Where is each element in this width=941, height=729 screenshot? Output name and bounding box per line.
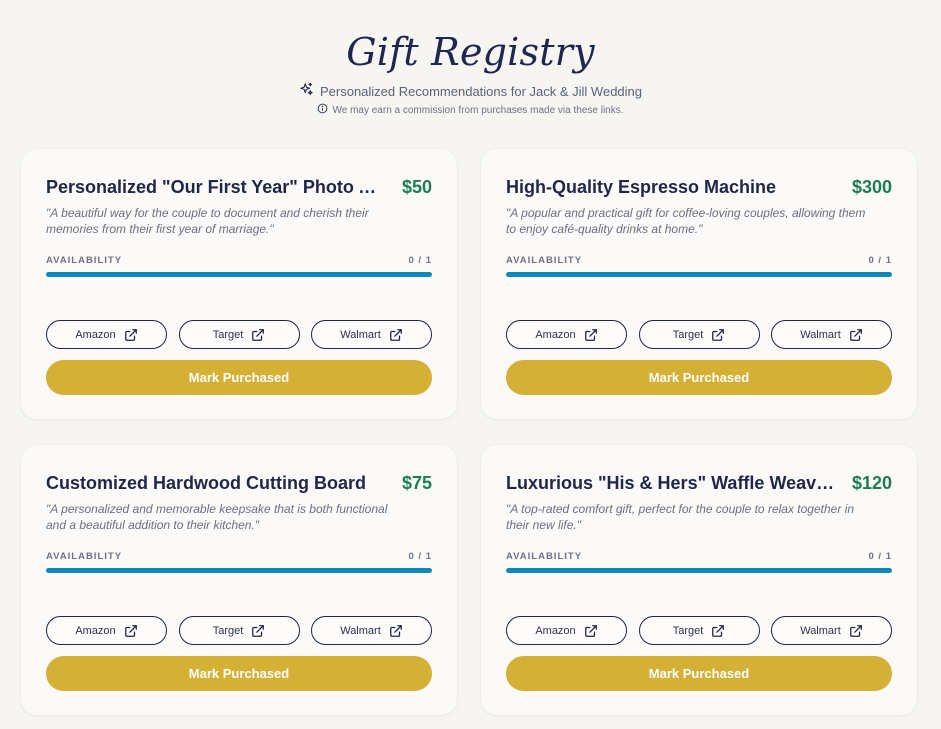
walmart-link-button[interactable]: Walmart <box>311 320 432 349</box>
gift-title: Customized Hardwood Cutting Board <box>46 473 366 493</box>
commission-note-text: We may earn a commission from purchases … <box>332 104 624 116</box>
external-link-icon <box>124 624 138 638</box>
external-link-icon <box>389 328 403 342</box>
availability-label: AVAILABILITY <box>46 551 123 562</box>
availability-count: 0 / 1 <box>408 255 432 266</box>
gift-card: Luxurious "His & Hers" Waffle Weave Robe… <box>481 445 917 715</box>
mark-purchased-button[interactable]: Mark Purchased <box>46 360 432 395</box>
external-link-icon <box>584 624 598 638</box>
subtitle-text: Personalized Recommendations for Jack & … <box>319 83 643 99</box>
sparkle-icon <box>299 82 314 100</box>
external-link-icon <box>849 328 863 342</box>
gift-description: "A personalized and memorable keepsake t… <box>46 502 388 532</box>
availability-label: AVAILABILITY <box>46 255 123 266</box>
walmart-link-button[interactable]: Walmart <box>771 616 892 645</box>
availability-bar <box>506 568 892 573</box>
availability-fill <box>46 272 432 277</box>
retailer-links: Amazon Target Walmart <box>506 616 892 645</box>
availability-count: 0 / 1 <box>408 551 432 562</box>
availability-fill <box>506 272 892 277</box>
gift-card: Customized Hardwood Cutting Board $75 "A… <box>21 445 457 715</box>
retailer-links: Amazon Target Walmart <box>506 320 892 349</box>
external-link-icon <box>711 328 725 342</box>
gift-price: $120 <box>851 473 892 493</box>
availability-fill <box>506 568 892 573</box>
gift-price: $50 <box>401 177 432 197</box>
availability-count: 0 / 1 <box>868 551 892 562</box>
walmart-link-button[interactable]: Walmart <box>311 616 432 645</box>
availability-label: AVAILABILITY <box>506 551 583 562</box>
external-link-icon <box>251 624 265 638</box>
gift-description: "A beautiful way for the couple to docum… <box>46 206 369 236</box>
availability-label: AVAILABILITY <box>506 255 583 266</box>
external-link-icon <box>849 624 863 638</box>
gift-title: Personalized "Our First Year" Photo Albu… <box>46 177 382 197</box>
gift-price: $300 <box>851 177 892 197</box>
availability-bar <box>46 568 432 573</box>
retailer-links: Amazon Target Walmart <box>46 320 432 349</box>
amazon-link-button[interactable]: Amazon <box>506 320 627 349</box>
target-link-button[interactable]: Target <box>638 320 760 349</box>
commission-note: We may earn a commission from purchases … <box>0 103 941 117</box>
mark-purchased-button[interactable]: Mark Purchased <box>506 656 892 691</box>
availability-bar <box>506 272 892 277</box>
subtitle-row: Personalized Recommendations for Jack & … <box>0 82 941 100</box>
retailer-links: Amazon Target Walmart <box>46 616 432 645</box>
availability-bar <box>46 272 432 277</box>
registry-header: Gift Registry Personalized Recommendatio… <box>0 0 941 140</box>
gift-price: $75 <box>401 473 432 493</box>
amazon-link-button[interactable]: Amazon <box>46 616 167 645</box>
gift-card: High-Quality Espresso Machine $300 "A po… <box>481 149 917 419</box>
availability-fill <box>46 568 432 573</box>
external-link-icon <box>124 328 138 342</box>
gift-description: "A top-rated comfort gift, perfect for t… <box>506 502 854 532</box>
mark-purchased-button[interactable]: Mark Purchased <box>506 360 892 395</box>
amazon-link-button[interactable]: Amazon <box>506 616 627 645</box>
mark-purchased-button[interactable]: Mark Purchased <box>46 656 432 691</box>
external-link-icon <box>711 624 725 638</box>
gift-description: "A popular and practical gift for coffee… <box>506 206 866 236</box>
external-link-icon <box>251 328 265 342</box>
gift-title: High-Quality Espresso Machine <box>506 177 777 197</box>
page-title: Gift Registry <box>346 30 595 74</box>
availability-count: 0 / 1 <box>868 255 892 266</box>
info-icon <box>317 103 328 117</box>
amazon-link-button[interactable]: Amazon <box>46 320 167 349</box>
external-link-icon <box>584 328 598 342</box>
gift-title: Luxurious "His & Hers" Waffle Weave Robe… <box>506 473 842 493</box>
walmart-link-button[interactable]: Walmart <box>771 320 892 349</box>
gift-card: Personalized "Our First Year" Photo Albu… <box>21 149 457 419</box>
target-link-button[interactable]: Target <box>638 616 760 645</box>
target-link-button[interactable]: Target <box>178 320 300 349</box>
target-link-button[interactable]: Target <box>178 616 300 645</box>
external-link-icon <box>389 624 403 638</box>
